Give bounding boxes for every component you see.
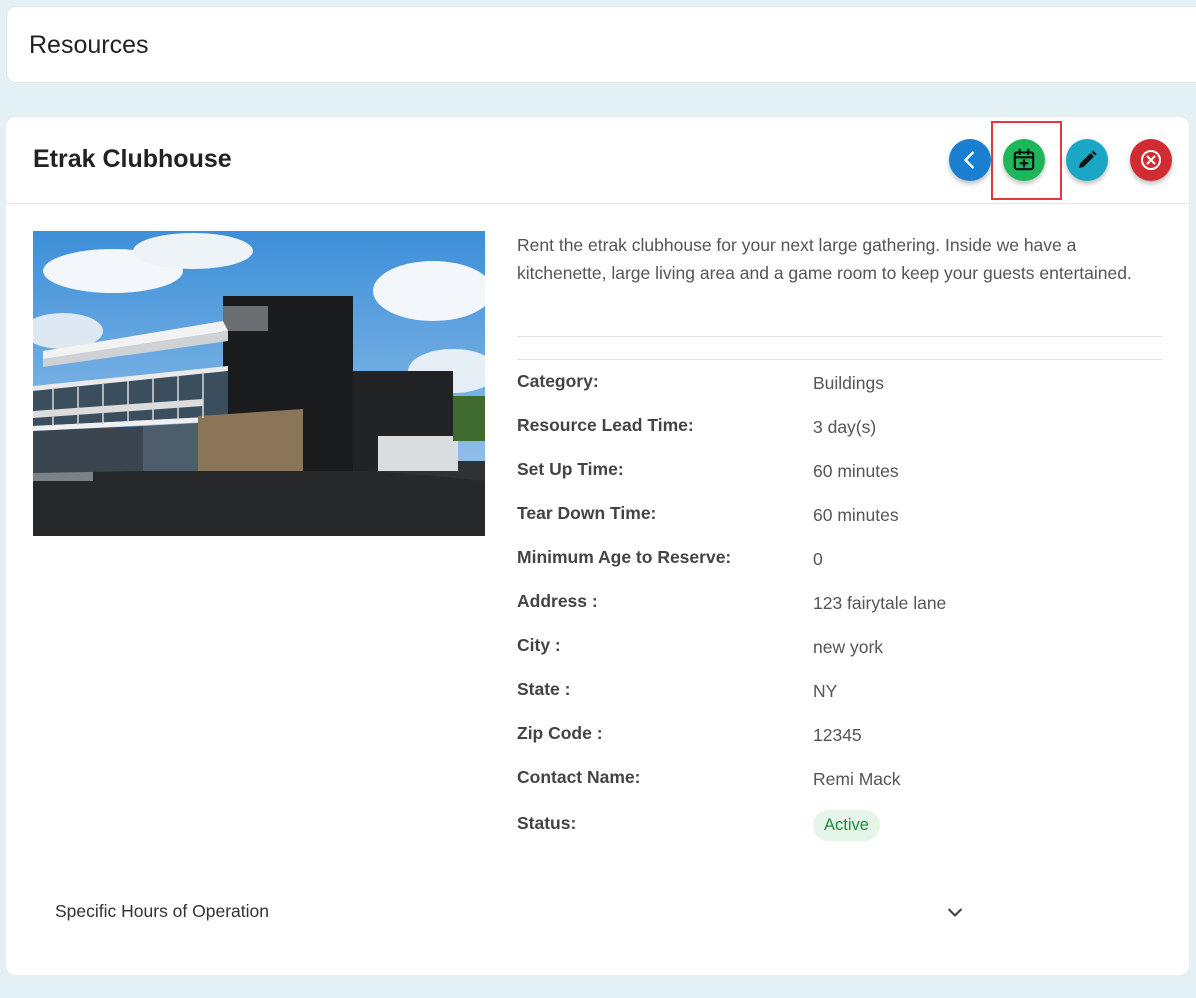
resource-description: Rent the etrak clubhouse for your next l… [517,235,1132,283]
detail-value: Remi Mack [813,769,901,789]
detail-value: 123 fairytale lane [813,593,947,613]
resource-card: Etrak Clubhouse Rent the etrak clubhouse… [6,117,1189,975]
edit-button[interactable] [1066,139,1108,181]
detail-row-contact: Contact Name: Remi Mack [517,767,1167,797]
detail-row-status: Status: Active [517,810,1167,843]
book-resource-button[interactable] [1003,139,1045,181]
calendar-plus-icon [1013,148,1035,171]
divider [517,359,1162,360]
detail-label: Contact Name: [517,767,641,787]
detail-label: City : [517,635,561,655]
chevron-down-icon[interactable] [945,903,965,923]
detail-value: NY [813,681,838,701]
detail-label: Category: [517,371,599,391]
detail-label: Set Up Time: [517,459,624,479]
pencil-icon [1079,150,1097,168]
detail-value: new york [813,637,884,657]
detail-value: Buildings [813,373,885,393]
detail-label: Address : [517,591,598,611]
detail-label: Status: [517,813,577,833]
detail-row-zip: Zip Code : 12345 [517,723,1167,753]
detail-value: 60 minutes [813,505,899,525]
accordion-label: Specific Hours of Operation [55,901,269,921]
detail-row-state: State : NY [517,679,1167,709]
resource-card-header: Etrak Clubhouse [6,117,1189,204]
clubhouse-image [33,231,485,536]
detail-label: State : [517,679,571,699]
detail-row-address: Address : 123 fairytale lane [517,591,1167,621]
detail-row-teardown-time: Tear Down Time: 60 minutes [517,503,1167,533]
chevron-left-icon [964,151,974,169]
detail-label: Zip Code : [517,723,603,743]
page-header: Resources [6,6,1196,83]
detail-row-lead-time: Resource Lead Time: 3 day(s) [517,415,1167,445]
detail-value: 60 minutes [813,461,899,481]
detail-value: 12345 [813,725,862,745]
detail-value: 3 day(s) [813,417,877,437]
detail-value: 0 [813,549,823,569]
divider [517,336,1162,337]
detail-row-city: City : new york [517,635,1167,665]
detail-label: Resource Lead Time: [517,415,694,435]
page-title: Resources [29,31,149,59]
detail-row-setup-time: Set Up Time: 60 minutes [517,459,1167,489]
delete-button[interactable] [1130,139,1172,181]
close-circle-icon [1141,150,1161,170]
detail-row-min-age: Minimum Age to Reserve: 0 [517,547,1167,577]
resource-title: Etrak Clubhouse [33,145,232,173]
detail-label: Tear Down Time: [517,503,657,523]
resource-photo [33,231,485,536]
status-badge: Active [813,810,880,841]
back-button[interactable] [949,139,991,181]
hours-of-operation-accordion[interactable]: Specific Hours of Operation [33,887,1163,937]
detail-label: Minimum Age to Reserve: [517,547,732,567]
detail-row-category: Category: Buildings [517,371,1167,401]
